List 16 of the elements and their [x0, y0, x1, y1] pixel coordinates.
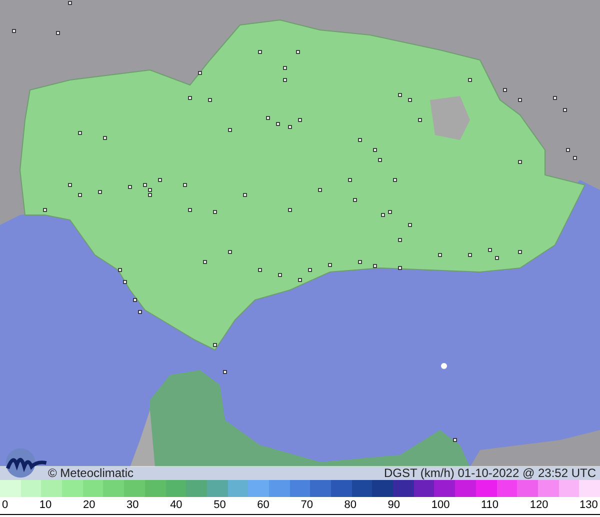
scale-label: 100: [431, 499, 450, 513]
scale-label: 20: [82, 499, 96, 513]
scale-label: 120: [530, 499, 548, 513]
credit-text: © Meteoclimatic: [48, 466, 134, 480]
scale-label: 0: [2, 499, 8, 513]
scale-label: 110: [481, 499, 499, 513]
scale-label: 10: [39, 499, 52, 513]
scale-label: 40: [170, 499, 182, 513]
scale-label: 90: [388, 499, 400, 513]
map-caption: DGST (km/h) 01-10-2022 @ 23:52 UTC: [384, 466, 596, 480]
scale-label: 70: [300, 499, 313, 513]
scale-label: 50: [214, 499, 226, 513]
scale-label: 80: [344, 499, 356, 513]
scale-label: 60: [257, 499, 270, 513]
scale-label: 30: [126, 499, 139, 513]
scale-label: 130: [580, 499, 598, 513]
